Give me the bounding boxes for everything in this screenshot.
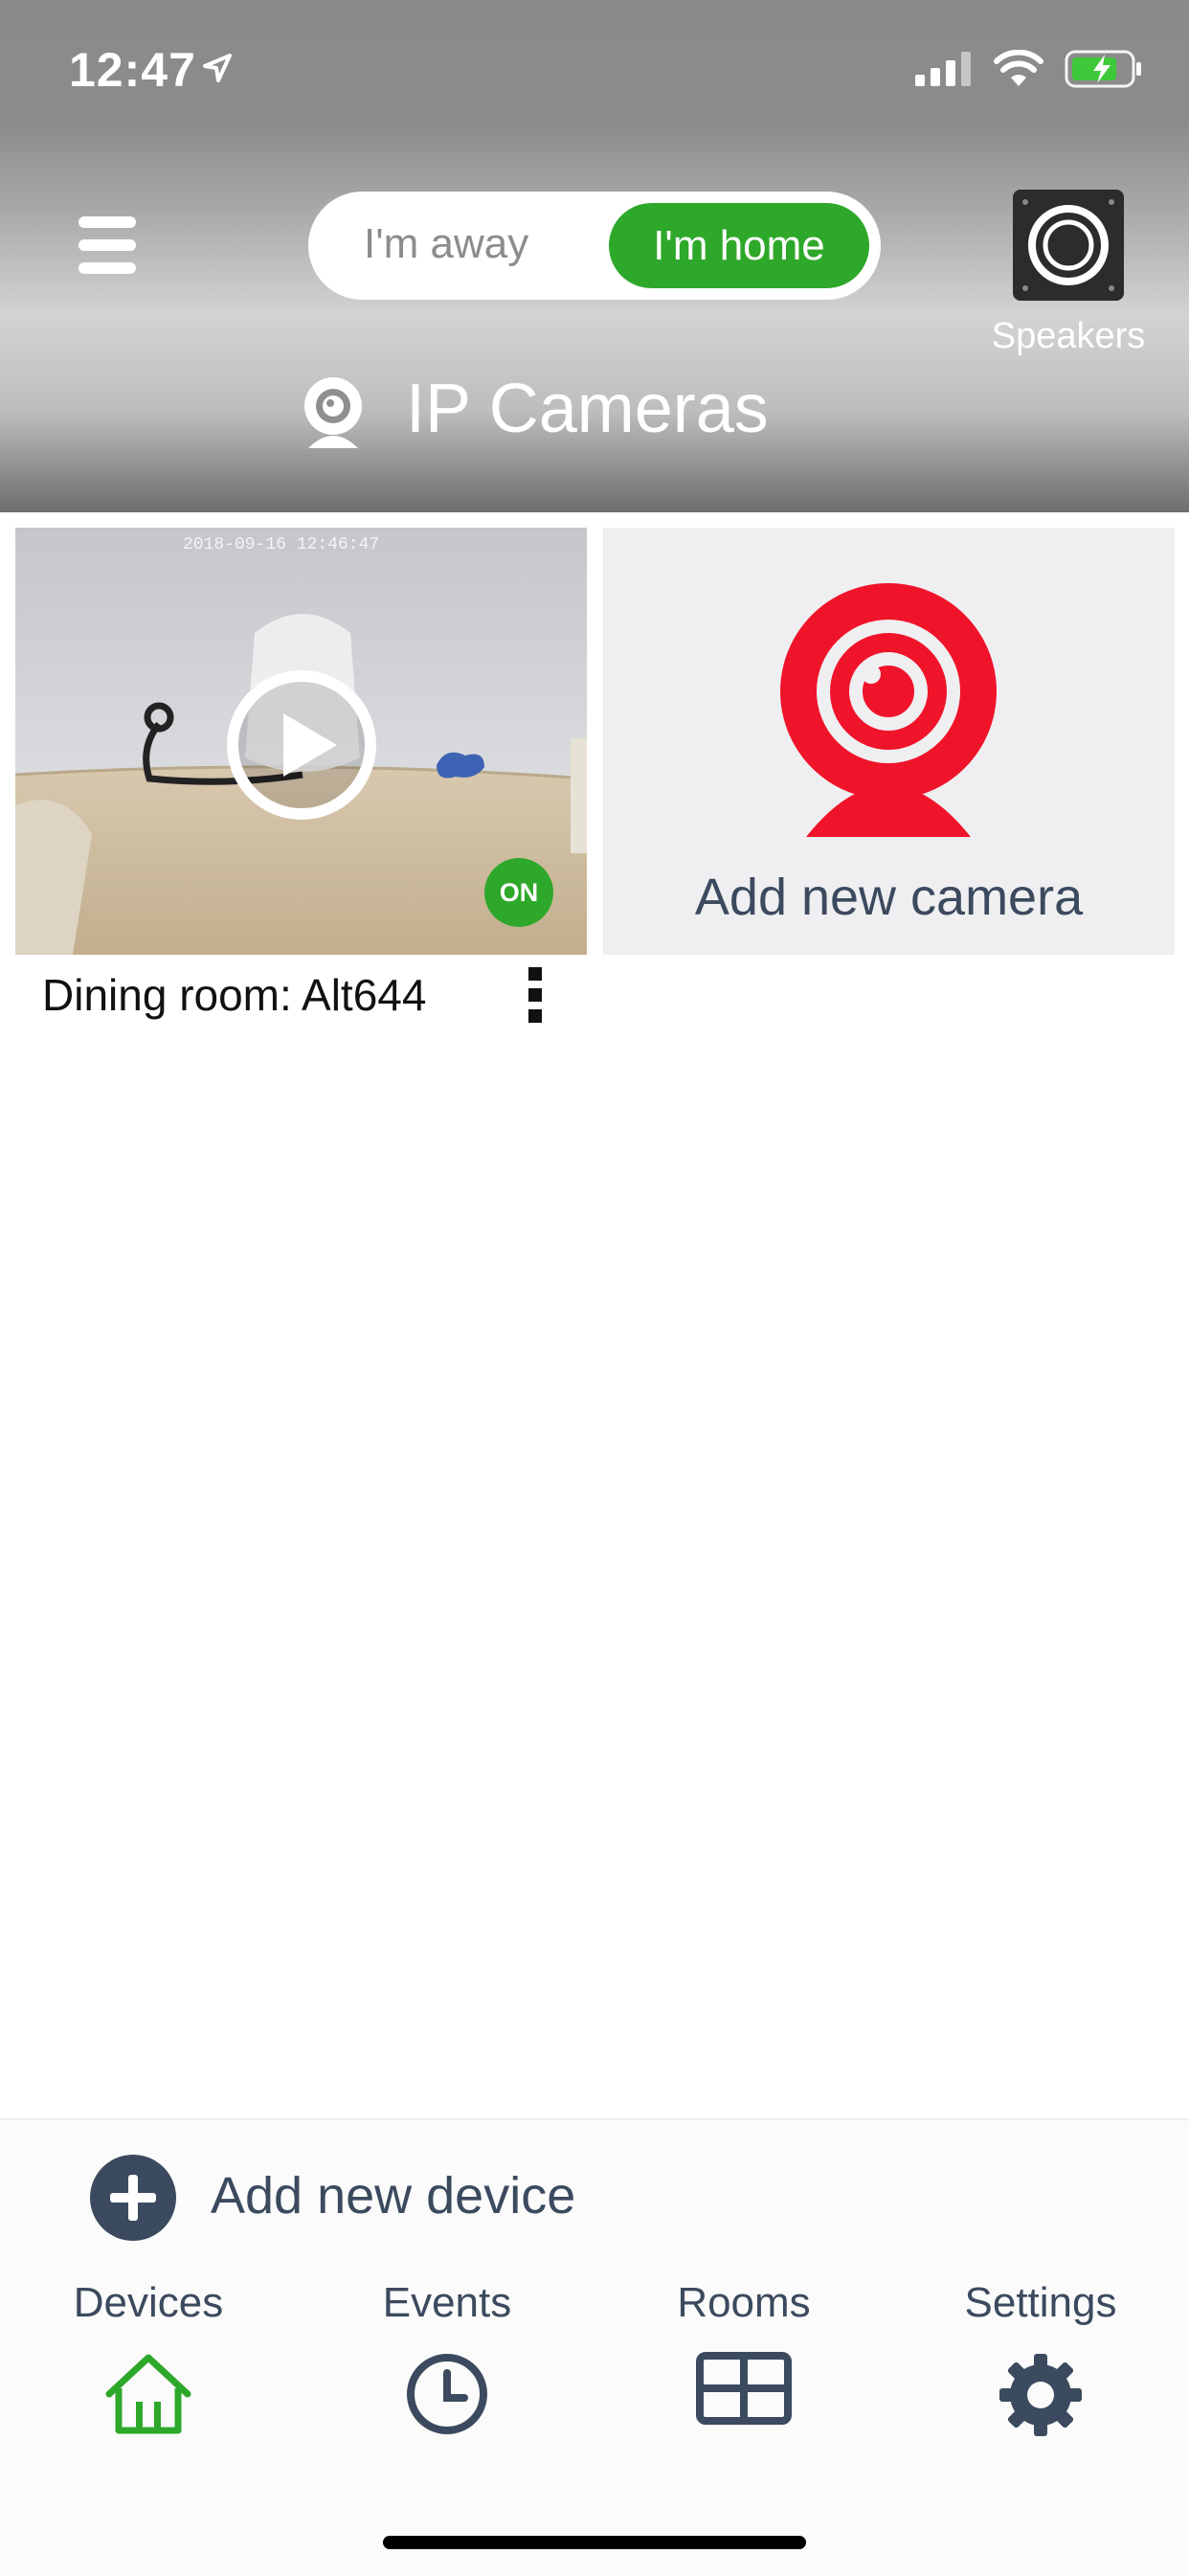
- play-icon[interactable]: [224, 667, 379, 823]
- camera-thumbnail[interactable]: 2018-09-16 12:46:47 ON: [15, 528, 587, 955]
- cellular-signal-icon: [915, 52, 971, 86]
- tab-rooms[interactable]: Rooms: [595, 2279, 892, 2425]
- tab-events[interactable]: Events: [299, 2279, 595, 2436]
- home-indicator[interactable]: [383, 2536, 806, 2549]
- battery-charging-icon: [1065, 50, 1141, 88]
- speakers-button[interactable]: [1013, 190, 1124, 301]
- tab-label-devices: Devices: [73, 2279, 224, 2326]
- clock-icon: [407, 2354, 487, 2434]
- camera-timestamp: 2018-09-16 12:46:47: [183, 535, 379, 554]
- away-home-toggle[interactable]: I'm away I'm home: [308, 192, 881, 300]
- tab-label-events: Events: [382, 2279, 512, 2326]
- tab-label-rooms: Rooms: [677, 2279, 811, 2326]
- tab-settings[interactable]: Settings: [892, 2279, 1189, 2438]
- menu-button[interactable]: [79, 216, 136, 274]
- away-option[interactable]: I'm away: [364, 220, 528, 268]
- home-option[interactable]: I'm home: [609, 203, 869, 288]
- status-indicators: [915, 50, 1143, 88]
- house-icon: [105, 2354, 191, 2434]
- wifi-icon: [994, 50, 1043, 86]
- add-device-icon[interactable]: [90, 2155, 176, 2241]
- location-arrow-icon: [203, 54, 232, 82]
- tab-label-settings: Settings: [964, 2279, 1117, 2326]
- tab-devices[interactable]: Devices: [0, 2279, 297, 2436]
- status-time: 12:47: [69, 43, 196, 97]
- speakers-label: Speakers: [991, 316, 1146, 356]
- camera-name: Dining room: Alt644: [42, 970, 427, 1020]
- speaker-icon: [1022, 199, 1114, 291]
- add-device-button[interactable]: Add new device: [211, 2166, 575, 2226]
- more-options-icon[interactable]: [525, 967, 548, 1023]
- add-camera-icon: [780, 583, 997, 837]
- add-camera-label[interactable]: Add new camera: [603, 868, 1175, 927]
- camera-status-badge: ON: [484, 858, 553, 927]
- gear-icon: [999, 2354, 1082, 2436]
- page-title: IP Cameras: [406, 371, 769, 447]
- webcam-icon: [304, 377, 362, 448]
- grid-icon: [696, 2352, 792, 2425]
